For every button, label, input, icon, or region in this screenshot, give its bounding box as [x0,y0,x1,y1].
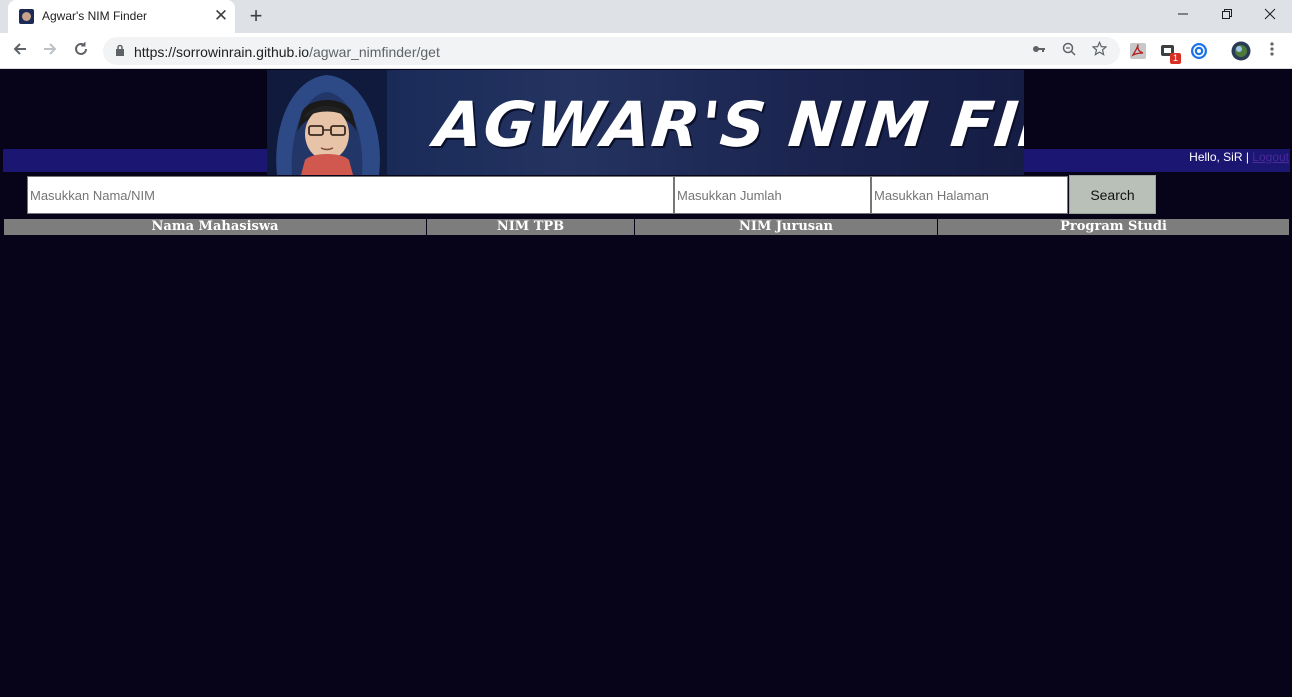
browser-toolbar: https://sorrowinrain.github.io/agwar_nim… [0,33,1292,69]
url-text: https://sorrowinrain.github.io/agwar_nim… [134,44,440,60]
user-greeting: Hello, SiR | Logout [1189,150,1289,170]
profile-icon[interactable] [1231,41,1251,61]
search-button[interactable]: Search [1069,175,1156,214]
url-host: https://sorrowinrain.github.io [134,44,310,60]
mascot-avatar-icon [267,70,387,175]
count-input[interactable] [674,176,871,214]
star-icon[interactable] [1089,40,1109,61]
extension-badge: 1 [1170,53,1181,64]
greeting-text: Hello, SiR | [1189,150,1253,164]
tab-title: Agwar's NIM Finder [42,9,147,23]
back-icon[interactable] [7,38,33,64]
menu-icon[interactable] [1259,38,1285,64]
column-header-program-studi[interactable]: Program Studi [938,219,1289,235]
browser-tab-strip: Agwar's NIM Finder ✕ + [0,0,1292,33]
column-header-nim-tpb[interactable]: NIM TPB [427,219,634,235]
site-banner: AGWAR'S NIM FINDER [267,70,1024,175]
site-favicon-icon [19,9,34,24]
pdf-icon[interactable] [1129,42,1147,60]
minimize-icon[interactable] [1166,4,1200,26]
column-header-nim-jurusan[interactable]: NIM Jurusan [635,219,937,235]
results-table: Nama Mahasiswa NIM TPB NIM Jurusan Progr… [3,218,1290,236]
sync-icon[interactable] [1190,42,1208,60]
name-nim-input[interactable] [27,176,674,214]
page-input[interactable] [871,176,1068,214]
table-header-row: Nama Mahasiswa NIM TPB NIM Jurusan Progr… [4,219,1289,235]
address-bar[interactable]: https://sorrowinrain.github.io/agwar_nim… [103,37,1120,65]
column-header-name[interactable]: Nama Mahasiswa [4,219,426,235]
forward-icon[interactable] [37,38,63,64]
url-path: /agwar_nimfinder/get [309,44,440,60]
logout-link[interactable]: Logout [1252,150,1289,164]
banner-title: AGWAR'S NIM FINDER [431,88,1024,161]
key-icon[interactable] [1029,41,1049,61]
zoom-icon[interactable] [1059,41,1079,61]
new-tab-button[interactable]: + [244,4,268,28]
browser-tab[interactable]: Agwar's NIM Finder ✕ [8,0,235,33]
tab-close-icon[interactable]: ✕ [212,7,230,25]
close-window-icon[interactable] [1253,4,1287,26]
restore-icon[interactable] [1210,4,1244,26]
reload-icon[interactable] [68,38,94,64]
lock-icon [116,44,124,56]
